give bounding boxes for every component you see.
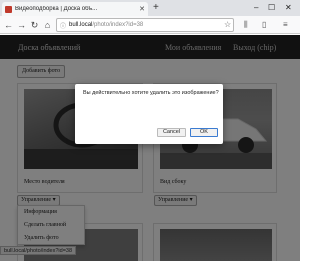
library-icon[interactable]: ⫼ [244,16,248,34]
browser-tab[interactable]: Видеоподборка | Доска объ... ✕ [2,2,148,16]
dialog-message: Вы действительно хотите удалить это изоб… [83,90,219,96]
close-window-button[interactable]: ✕ [285,2,292,14]
sidebar-icon[interactable]: ▯ [262,16,266,34]
site-favicon-icon [5,5,12,13]
info-icon[interactable]: ⓘ [60,21,66,30]
minimize-button[interactable]: – [254,2,258,14]
reload-icon[interactable]: ↻ [28,16,41,34]
ok-button[interactable]: OK [190,128,218,137]
home-icon[interactable]: ⌂ [41,16,54,34]
maximize-button[interactable]: ☐ [268,2,275,14]
modal-backdrop [0,35,300,261]
browser-window: Видеоподборка | Доска объ... ✕ + – ☐ ✕ ←… [0,0,300,261]
url-bar[interactable]: ⓘ bull.local /photo/index?id=38 [56,18,234,32]
navigation-toolbar: ← → ↻ ⌂ ⓘ bull.local /photo/index?id=38 … [0,16,300,34]
new-tab-button[interactable]: + [153,2,159,14]
tab-title: Видеоподборка | Доска объ... [15,6,98,12]
url-path: /photo/index?id=38 [92,22,144,28]
back-icon[interactable]: ← [2,16,15,34]
cancel-button[interactable]: Cancel [157,128,186,137]
url-host: bull.local [69,22,93,28]
close-tab-icon[interactable]: ✕ [139,5,145,13]
bookmark-star-icon[interactable]: ☆ [224,16,231,34]
tab-strip: Видеоподборка | Доска объ... ✕ + – ☐ ✕ [0,0,300,16]
forward-icon[interactable]: → [15,16,28,34]
menu-icon[interactable]: ≡ [283,16,288,34]
confirm-dialog: Вы действительно хотите удалить это изоб… [75,84,223,144]
